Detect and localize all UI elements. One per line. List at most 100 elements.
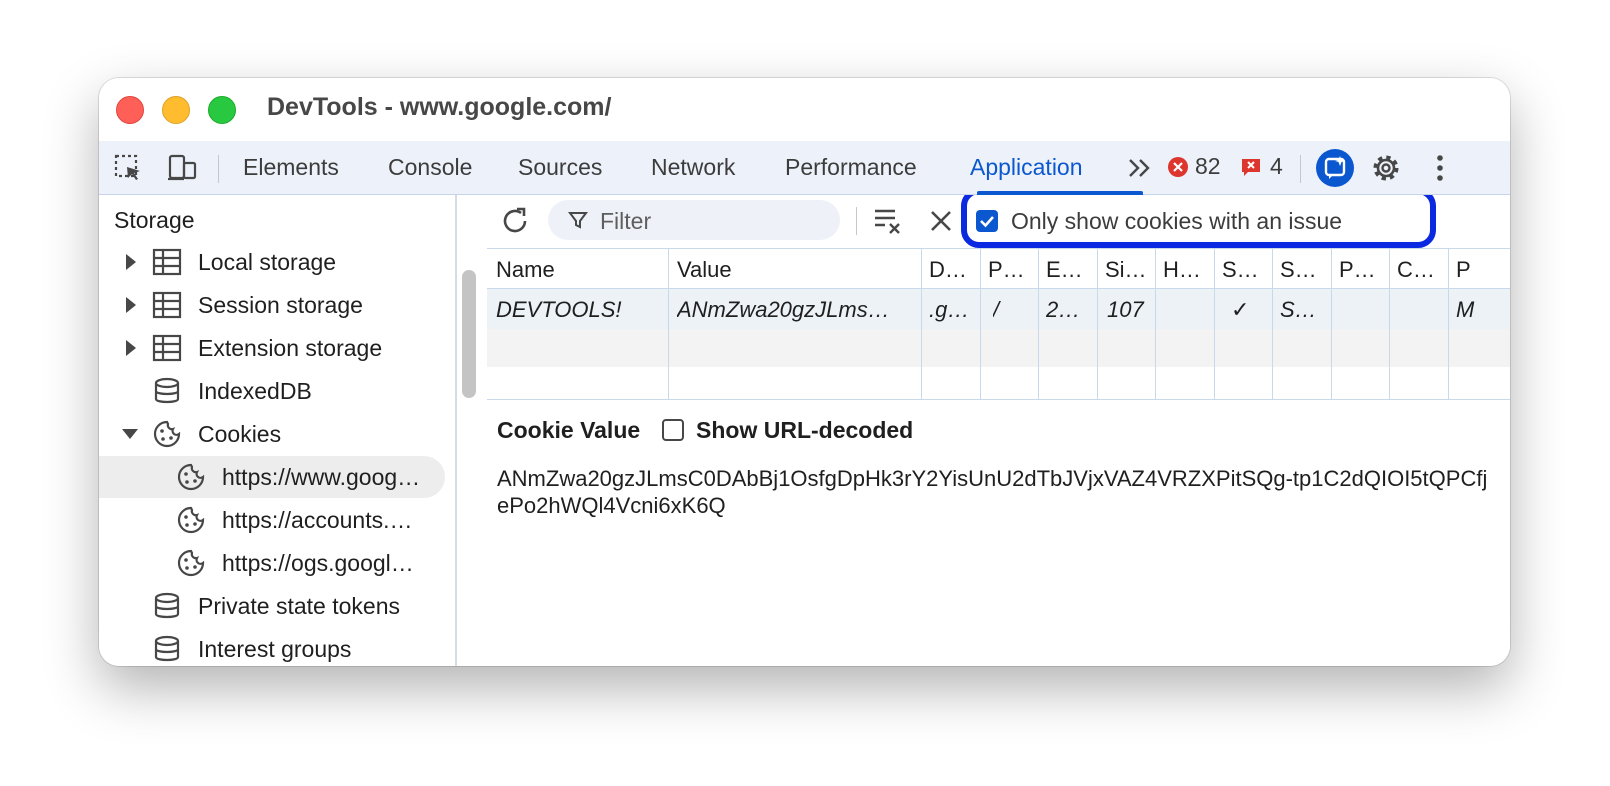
more-tabs-icon[interactable] (1124, 152, 1156, 184)
expand-arrow-icon[interactable] (126, 340, 136, 356)
close-window-button[interactable] (116, 96, 144, 124)
sidebar-item-label: Interest groups (198, 636, 352, 662)
column-divider[interactable] (1155, 249, 1156, 399)
column-header[interactable]: P… (988, 257, 1038, 283)
devtools-toolbar: Elements Console Sources Network Perform… (99, 141, 1510, 195)
title-bar: DevTools - www.google.com/ (99, 78, 1510, 141)
collapse-arrow-icon[interactable] (122, 429, 138, 439)
sidebar-item-label: Private state tokens (198, 593, 400, 619)
column-header[interactable]: Si… (1105, 257, 1155, 283)
issue-flag-icon (1242, 158, 1260, 176)
cookie-icon (153, 420, 181, 448)
cookie-icon (177, 463, 205, 491)
errors-badge[interactable]: 82 (1167, 153, 1221, 180)
column-header[interactable]: Value (677, 257, 917, 283)
sidebar-item-cookie-origin-www-google[interactable]: https://www.goog… (99, 456, 445, 498)
settings-gear-icon[interactable] (1370, 152, 1402, 184)
show-url-decoded-label[interactable]: Show URL-decoded (696, 417, 913, 444)
window-title: DevTools - www.google.com/ (267, 93, 612, 121)
sidebar-item-cookie-origin-ogs[interactable]: https://ogs.googl… (99, 542, 445, 584)
inspect-element-icon[interactable] (112, 152, 144, 184)
column-header[interactable]: P (1456, 257, 1506, 283)
column-header[interactable]: D… (929, 257, 979, 283)
cookie-icon (177, 549, 205, 577)
storage-heading: Storage (114, 207, 195, 233)
table-row[interactable]: DEVTOOLS! ANmZwa20gzJLms… .g… / 2… 107 ✓… (487, 289, 1510, 329)
table-header-row: Name Value D… P… E… Si… H… S… S… P… C… P (487, 249, 1510, 289)
sidebar-item-cookie-origin-accounts[interactable]: https://accounts.… (99, 499, 445, 541)
ai-assistance-icon[interactable] (1315, 148, 1355, 188)
sidebar-scrollbar[interactable] (462, 270, 476, 398)
sidebar-item-session-storage[interactable]: Session storage (99, 284, 445, 326)
sidebar-item-interest-groups[interactable]: Interest groups (99, 628, 445, 666)
sidebar-item-extension-storage[interactable]: Extension storage (99, 327, 445, 369)
errors-count: 82 (1195, 153, 1221, 179)
column-header[interactable]: H… (1163, 257, 1213, 283)
filter-funnel-icon (568, 212, 588, 229)
table-icon (152, 291, 182, 319)
clear-filtered-cookies-icon[interactable] (872, 204, 904, 236)
toolbar-separator (218, 155, 219, 183)
column-header[interactable]: S… (1280, 257, 1330, 283)
column-divider[interactable] (1389, 249, 1390, 399)
cookie-priority-cell: M (1456, 297, 1475, 322)
column-header[interactable]: S… (1222, 257, 1272, 283)
sidebar-item-label: IndexedDB (198, 378, 312, 404)
delete-selected-cookie-icon[interactable] (925, 205, 957, 237)
device-toolbar-icon[interactable] (166, 152, 198, 184)
column-divider[interactable] (1038, 249, 1039, 399)
issues-badge[interactable]: 4 (1240, 153, 1283, 180)
sidebar-item-label: Session storage (198, 292, 363, 318)
refresh-icon[interactable] (499, 205, 531, 237)
application-sidebar: Storage Local storage Session storage Ex… (99, 195, 457, 666)
cookie-value-heading: Cookie Value (497, 417, 641, 443)
devtools-window: DevTools - www.google.com/ Elements Cons… (99, 78, 1510, 666)
table-icon (152, 248, 182, 276)
highlight-box (961, 195, 1436, 248)
expand-arrow-icon[interactable] (126, 254, 136, 270)
cookies-pane: Filter Only show cookies with an issue N… (487, 195, 1510, 666)
tab-application[interactable]: Application (970, 154, 1083, 181)
column-header[interactable]: E… (1046, 257, 1096, 283)
cookie-value-text: ANmZwa20gzJLmsC0DAbBj1OsfgDpHk3rY2YisUnU… (497, 466, 1488, 518)
minimize-window-button[interactable] (162, 96, 190, 124)
cookies-table: Name Value D… P… E… Si… H… S… S… P… C… P… (487, 248, 1510, 400)
toolbar-separator (856, 207, 857, 235)
column-divider[interactable] (1331, 249, 1332, 399)
tab-network[interactable]: Network (651, 154, 735, 181)
column-header[interactable]: C… (1397, 257, 1447, 283)
column-divider[interactable] (1097, 249, 1098, 399)
column-divider[interactable] (921, 249, 922, 399)
sidebar-item-indexeddb[interactable]: IndexedDB (99, 370, 445, 412)
toolbar-separator (1300, 155, 1301, 183)
sidebar-item-local-storage[interactable]: Local storage (99, 241, 445, 283)
table-icon (152, 334, 182, 362)
more-options-icon[interactable] (1424, 152, 1456, 184)
database-icon (154, 635, 180, 662)
cookie-expires-cell: 2… (1046, 297, 1081, 322)
zoom-window-button[interactable] (208, 96, 236, 124)
column-divider[interactable] (1272, 249, 1273, 399)
sidebar-item-private-state-tokens[interactable]: Private state tokens (99, 585, 445, 627)
sidebar-item-label: https://accounts.… (222, 507, 413, 533)
filter-input[interactable]: Filter (548, 200, 840, 240)
column-header[interactable]: P… (1339, 257, 1389, 283)
column-divider[interactable] (1214, 249, 1215, 399)
sidebar-item-label: https://www.goog… (222, 464, 421, 490)
tab-elements[interactable]: Elements (243, 154, 339, 181)
tab-console[interactable]: Console (388, 154, 472, 181)
column-header[interactable]: Name (496, 257, 666, 283)
expand-arrow-icon[interactable] (126, 297, 136, 313)
table-row-empty (487, 329, 1510, 367)
column-divider[interactable] (980, 249, 981, 399)
issues-count: 4 (1270, 153, 1283, 179)
column-divider[interactable] (668, 249, 669, 399)
tab-performance[interactable]: Performance (785, 154, 917, 181)
cookies-toolbar: Filter Only show cookies with an issue (487, 195, 1510, 248)
database-icon (154, 377, 180, 404)
show-url-decoded-checkbox[interactable] (662, 419, 684, 441)
filter-placeholder: Filter (600, 208, 652, 234)
column-divider[interactable] (1448, 249, 1449, 399)
tab-sources[interactable]: Sources (518, 154, 602, 181)
sidebar-item-cookies[interactable]: Cookies (99, 413, 445, 455)
